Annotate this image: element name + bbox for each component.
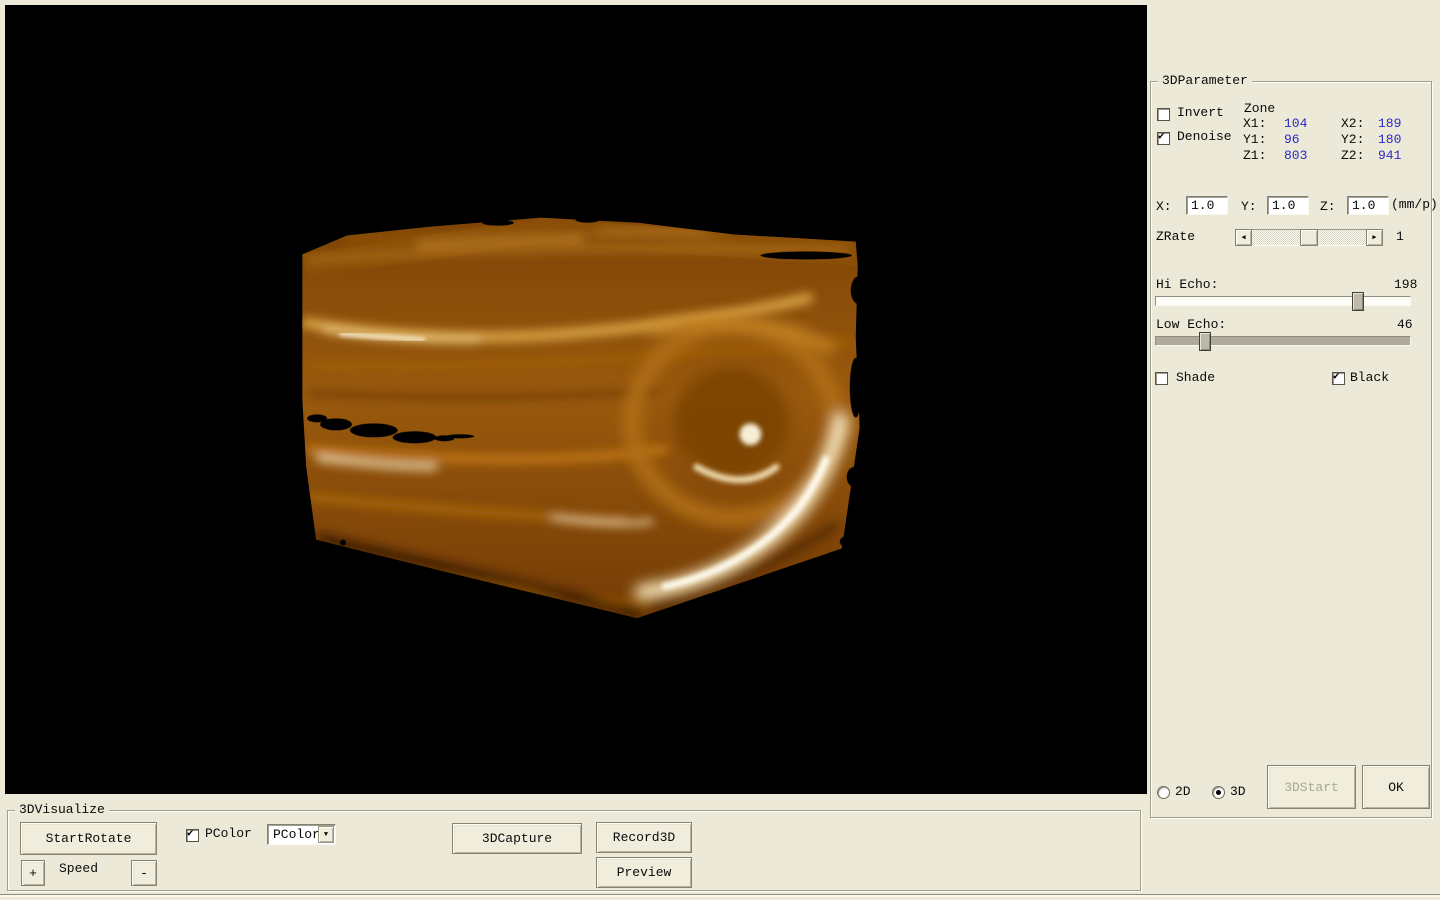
zone-label: Zone	[1244, 102, 1275, 116]
zrate-value: 1	[1396, 230, 1404, 244]
low-echo-label: Low Echo:	[1156, 318, 1226, 332]
checkmark-icon: ✔	[187, 829, 198, 840]
preview-button[interactable]: Preview	[596, 857, 692, 888]
visualize-groupbox-title: 3DVisualize	[15, 803, 109, 817]
scale-unit-label: (mm/p)	[1391, 198, 1438, 212]
speed-plus-button[interactable]: +	[21, 860, 45, 886]
z-scale-label: Z:	[1320, 200, 1336, 214]
ok-button[interactable]: OK	[1362, 765, 1430, 809]
combo-arrow-button[interactable]: ▼	[318, 826, 334, 843]
black-label: Black	[1350, 371, 1389, 385]
y-scale-label: Y:	[1241, 200, 1257, 214]
pcolor-combobox[interactable]: PColor ▼	[267, 824, 336, 845]
zone-field-label: Z2:	[1341, 149, 1364, 163]
checkmark-icon: ✔	[1158, 132, 1169, 143]
arrow-right-icon: ▶	[1372, 233, 1376, 242]
denoise-checkbox[interactable]: ✔	[1157, 132, 1170, 145]
zone-field-label: X1:	[1243, 117, 1266, 131]
capture3d-button[interactable]: 3DCapture	[452, 823, 582, 854]
hi-echo-slider[interactable]	[1155, 296, 1411, 306]
hi-echo-thumb[interactable]	[1352, 292, 1364, 311]
start-rotate-button[interactable]: StartRotate	[20, 822, 157, 855]
zrate-label: ZRate	[1156, 230, 1195, 244]
zone-field-value: 941	[1378, 149, 1401, 163]
zone-field-label: Y1:	[1243, 133, 1266, 147]
scroll-left-button[interactable]: ◀	[1235, 229, 1252, 246]
denoise-label: Denoise	[1177, 130, 1232, 144]
zrate-scrollbar[interactable]: ◀ ▶	[1235, 229, 1383, 246]
speed-minus-button[interactable]: -	[131, 860, 157, 886]
invert-checkbox[interactable]: ✔	[1157, 108, 1170, 121]
window-bottom-edge	[0, 894, 1440, 897]
low-echo-value: 46	[1397, 318, 1413, 332]
record3d-button[interactable]: Record3D	[596, 822, 692, 853]
radio-3d[interactable]	[1212, 786, 1225, 799]
x-scale-label: X:	[1156, 200, 1172, 214]
zone-field-label: Z1:	[1243, 149, 1266, 163]
hi-echo-label: Hi Echo:	[1156, 278, 1218, 292]
zone-field-value: 180	[1378, 133, 1401, 147]
speed-label: Speed	[59, 862, 98, 876]
pcolor-checkbox[interactable]: ✔	[186, 829, 199, 842]
z-scale-input[interactable]	[1347, 196, 1389, 215]
low-echo-slider[interactable]	[1155, 336, 1411, 346]
zone-field-value: 104	[1284, 117, 1307, 131]
checkmark-icon: ✔	[1333, 372, 1344, 383]
zone-field-value: 803	[1284, 149, 1307, 163]
shade-label: Shade	[1176, 371, 1215, 385]
y-scale-input[interactable]	[1267, 196, 1309, 215]
pcolor-label: PColor	[205, 827, 252, 841]
radio-2d-label: 2D	[1175, 785, 1191, 799]
chevron-down-icon: ▼	[324, 831, 328, 839]
hi-echo-value: 198	[1394, 278, 1417, 292]
parameter-groupbox: 3DParameter	[1150, 81, 1432, 818]
scroll-thumb[interactable]	[1300, 229, 1318, 246]
zone-field-value: 96	[1284, 133, 1300, 147]
shade-checkbox[interactable]: ✔	[1155, 372, 1168, 385]
zone-field-label: Y2:	[1341, 133, 1364, 147]
render-viewport[interactable]	[5, 5, 1147, 794]
invert-label: Invert	[1177, 106, 1224, 120]
parameter-groupbox-title: 3DParameter	[1158, 74, 1252, 88]
low-echo-thumb[interactable]	[1199, 332, 1211, 351]
start3d-button[interactable]: 3DStart	[1267, 765, 1356, 809]
radio-2d[interactable]	[1157, 786, 1170, 799]
black-checkbox[interactable]: ✔	[1332, 372, 1345, 385]
zone-field-value: 189	[1378, 117, 1401, 131]
x-scale-input[interactable]	[1186, 196, 1228, 215]
arrow-left-icon: ◀	[1241, 233, 1245, 242]
zone-field-label: X2:	[1341, 117, 1364, 131]
pcolor-combobox-value: PColor	[273, 827, 320, 842]
radio-3d-label: 3D	[1230, 785, 1246, 799]
scroll-right-button[interactable]: ▶	[1366, 229, 1383, 246]
volume-render	[5, 5, 1147, 794]
